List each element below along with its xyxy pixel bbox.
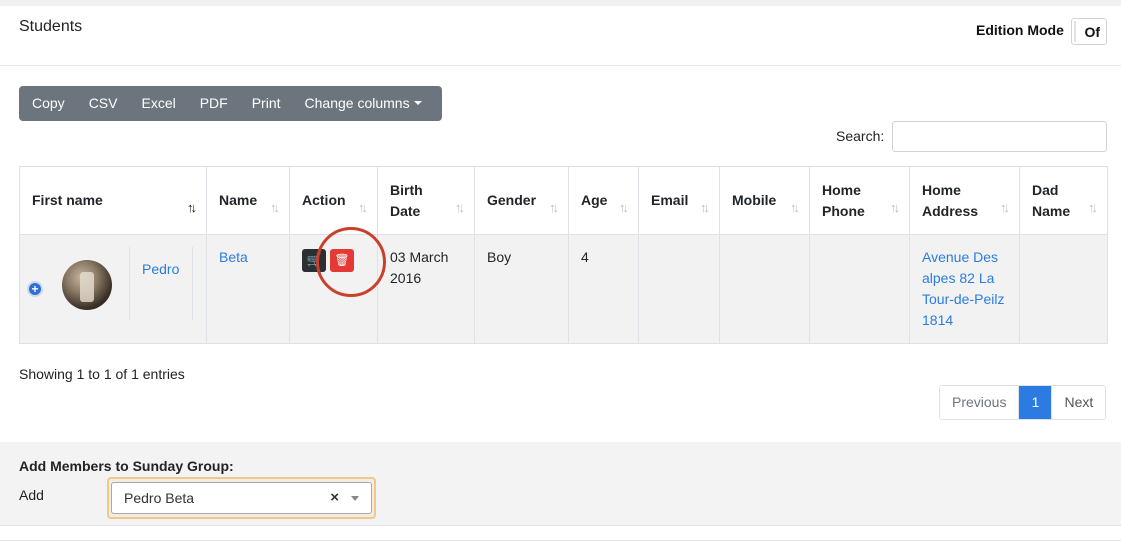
dad-name-cell [1019, 234, 1108, 344]
sort-icon: ↑↓ [1088, 200, 1098, 215]
age-cell: 4 [568, 234, 639, 344]
sort-icon: ↑↓ [790, 200, 800, 215]
divider [129, 247, 130, 320]
pdf-button[interactable]: PDF [188, 86, 240, 121]
home-address-link[interactable]: Avenue Des alpes 82 La Tour-de-Peilz 181… [922, 249, 1004, 328]
edition-mode-toggle[interactable]: Of [1071, 18, 1107, 45]
table-info: Showing 1 to 1 of 1 entries [19, 366, 185, 382]
sort-icon: ↑↓ [270, 200, 280, 215]
first-name-cell: + Pedro [19, 234, 207, 344]
email-cell [638, 234, 720, 344]
search-label: Search: [836, 128, 885, 144]
selected-member: Pedro Beta [124, 490, 195, 506]
column-header-first-name[interactable]: First name ↑↓ [19, 166, 207, 235]
excel-button[interactable]: Excel [129, 86, 187, 121]
column-header-home-phone[interactable]: Home Phone ↑↓ [809, 166, 910, 235]
clear-selection-icon[interactable]: × [330, 489, 339, 506]
change-columns-label: Change columns [304, 95, 410, 111]
search-input[interactable] [892, 121, 1107, 152]
cart-icon[interactable]: 🛒 [302, 249, 326, 272]
table-header-row: First name ↑↓ Name ↑↓ Action ↑↓ Birth Date ↑… [19, 166, 1108, 235]
home-address-cell: Avenue Des alpes 82 La Tour-de-Peilz 181… [909, 234, 1020, 344]
sort-icon: ↑↓ [358, 200, 368, 215]
sort-icon: ↑↓ [890, 200, 900, 215]
export-toolbar: Copy CSV Excel PDF Print Change columns [19, 86, 442, 121]
sort-icon: ↑↓ [700, 200, 710, 215]
students-table: First name ↑↓ Name ↑↓ Action ↑↓ Birth Date ↑… [19, 166, 1108, 344]
edition-mode-label: Edition Mode [976, 22, 1064, 38]
column-header-gender[interactable]: Gender ↑↓ [474, 166, 569, 235]
table-row: + Pedro Beta 🛒 🗑 03 March 2016 Boy 4 Aven… [19, 234, 1108, 344]
column-header-action[interactable]: Action ↑↓ [289, 166, 378, 235]
column-header-email[interactable]: Email ↑↓ [638, 166, 720, 235]
column-header-dad-name[interactable]: Dad Name ↑↓ [1019, 166, 1108, 235]
add-members-card: Add Members to Sunday Group: Add Pedro B… [0, 442, 1121, 526]
sort-icon: ↑↓ [549, 200, 559, 215]
chevron-down-icon[interactable] [351, 496, 359, 501]
sort-icon: ↑↓ [1000, 200, 1010, 215]
change-columns-button[interactable]: Change columns [293, 86, 434, 121]
member-select[interactable]: Pedro Beta × [111, 482, 372, 514]
card-header: Students Edition Mode Of [0, 6, 1121, 66]
sort-icon: ↑↓ [455, 200, 465, 215]
caret-down-icon [413, 101, 422, 106]
page-1-button[interactable]: 1 [1019, 386, 1052, 419]
home-phone-cell [809, 234, 910, 344]
first-name-link[interactable]: Pedro [142, 259, 179, 280]
toggle-value: Of [1084, 23, 1100, 40]
column-header-mobile[interactable]: Mobile ↑↓ [719, 166, 810, 235]
name-cell: Beta [206, 234, 290, 344]
column-header-birth-date[interactable]: Birth Date ↑↓ [377, 166, 475, 235]
column-header-age[interactable]: Age ↑↓ [568, 166, 639, 235]
trash-icon[interactable]: 🗑 [330, 249, 354, 272]
sort-icon: ↑↓ [619, 200, 629, 215]
gender-cell: Boy [474, 234, 569, 344]
expand-row-icon[interactable]: + [27, 281, 43, 297]
mobile-cell [719, 234, 810, 344]
column-header-name[interactable]: Name ↑↓ [206, 166, 290, 235]
next-page-button[interactable]: Next [1051, 386, 1106, 419]
add-members-title: Add Members to Sunday Group: [19, 458, 234, 474]
sort-asc-icon: ↑↓ [187, 200, 197, 215]
csv-button[interactable]: CSV [77, 86, 130, 121]
action-cell: 🛒 🗑 [289, 234, 378, 344]
pagination: Previous 1 Next [939, 385, 1107, 420]
divider [0, 540, 1121, 541]
print-button[interactable]: Print [240, 86, 293, 121]
name-link[interactable]: Beta [219, 249, 248, 265]
copy-button[interactable]: Copy [19, 86, 77, 121]
previous-page-button[interactable]: Previous [940, 386, 1020, 419]
avatar [62, 260, 112, 310]
birth-date-cell: 03 March 2016 [377, 234, 475, 344]
add-label: Add [19, 487, 44, 503]
divider [192, 247, 193, 320]
column-header-home-address[interactable]: Home Address ↑↓ [909, 166, 1020, 235]
page-title: Students [19, 18, 83, 35]
